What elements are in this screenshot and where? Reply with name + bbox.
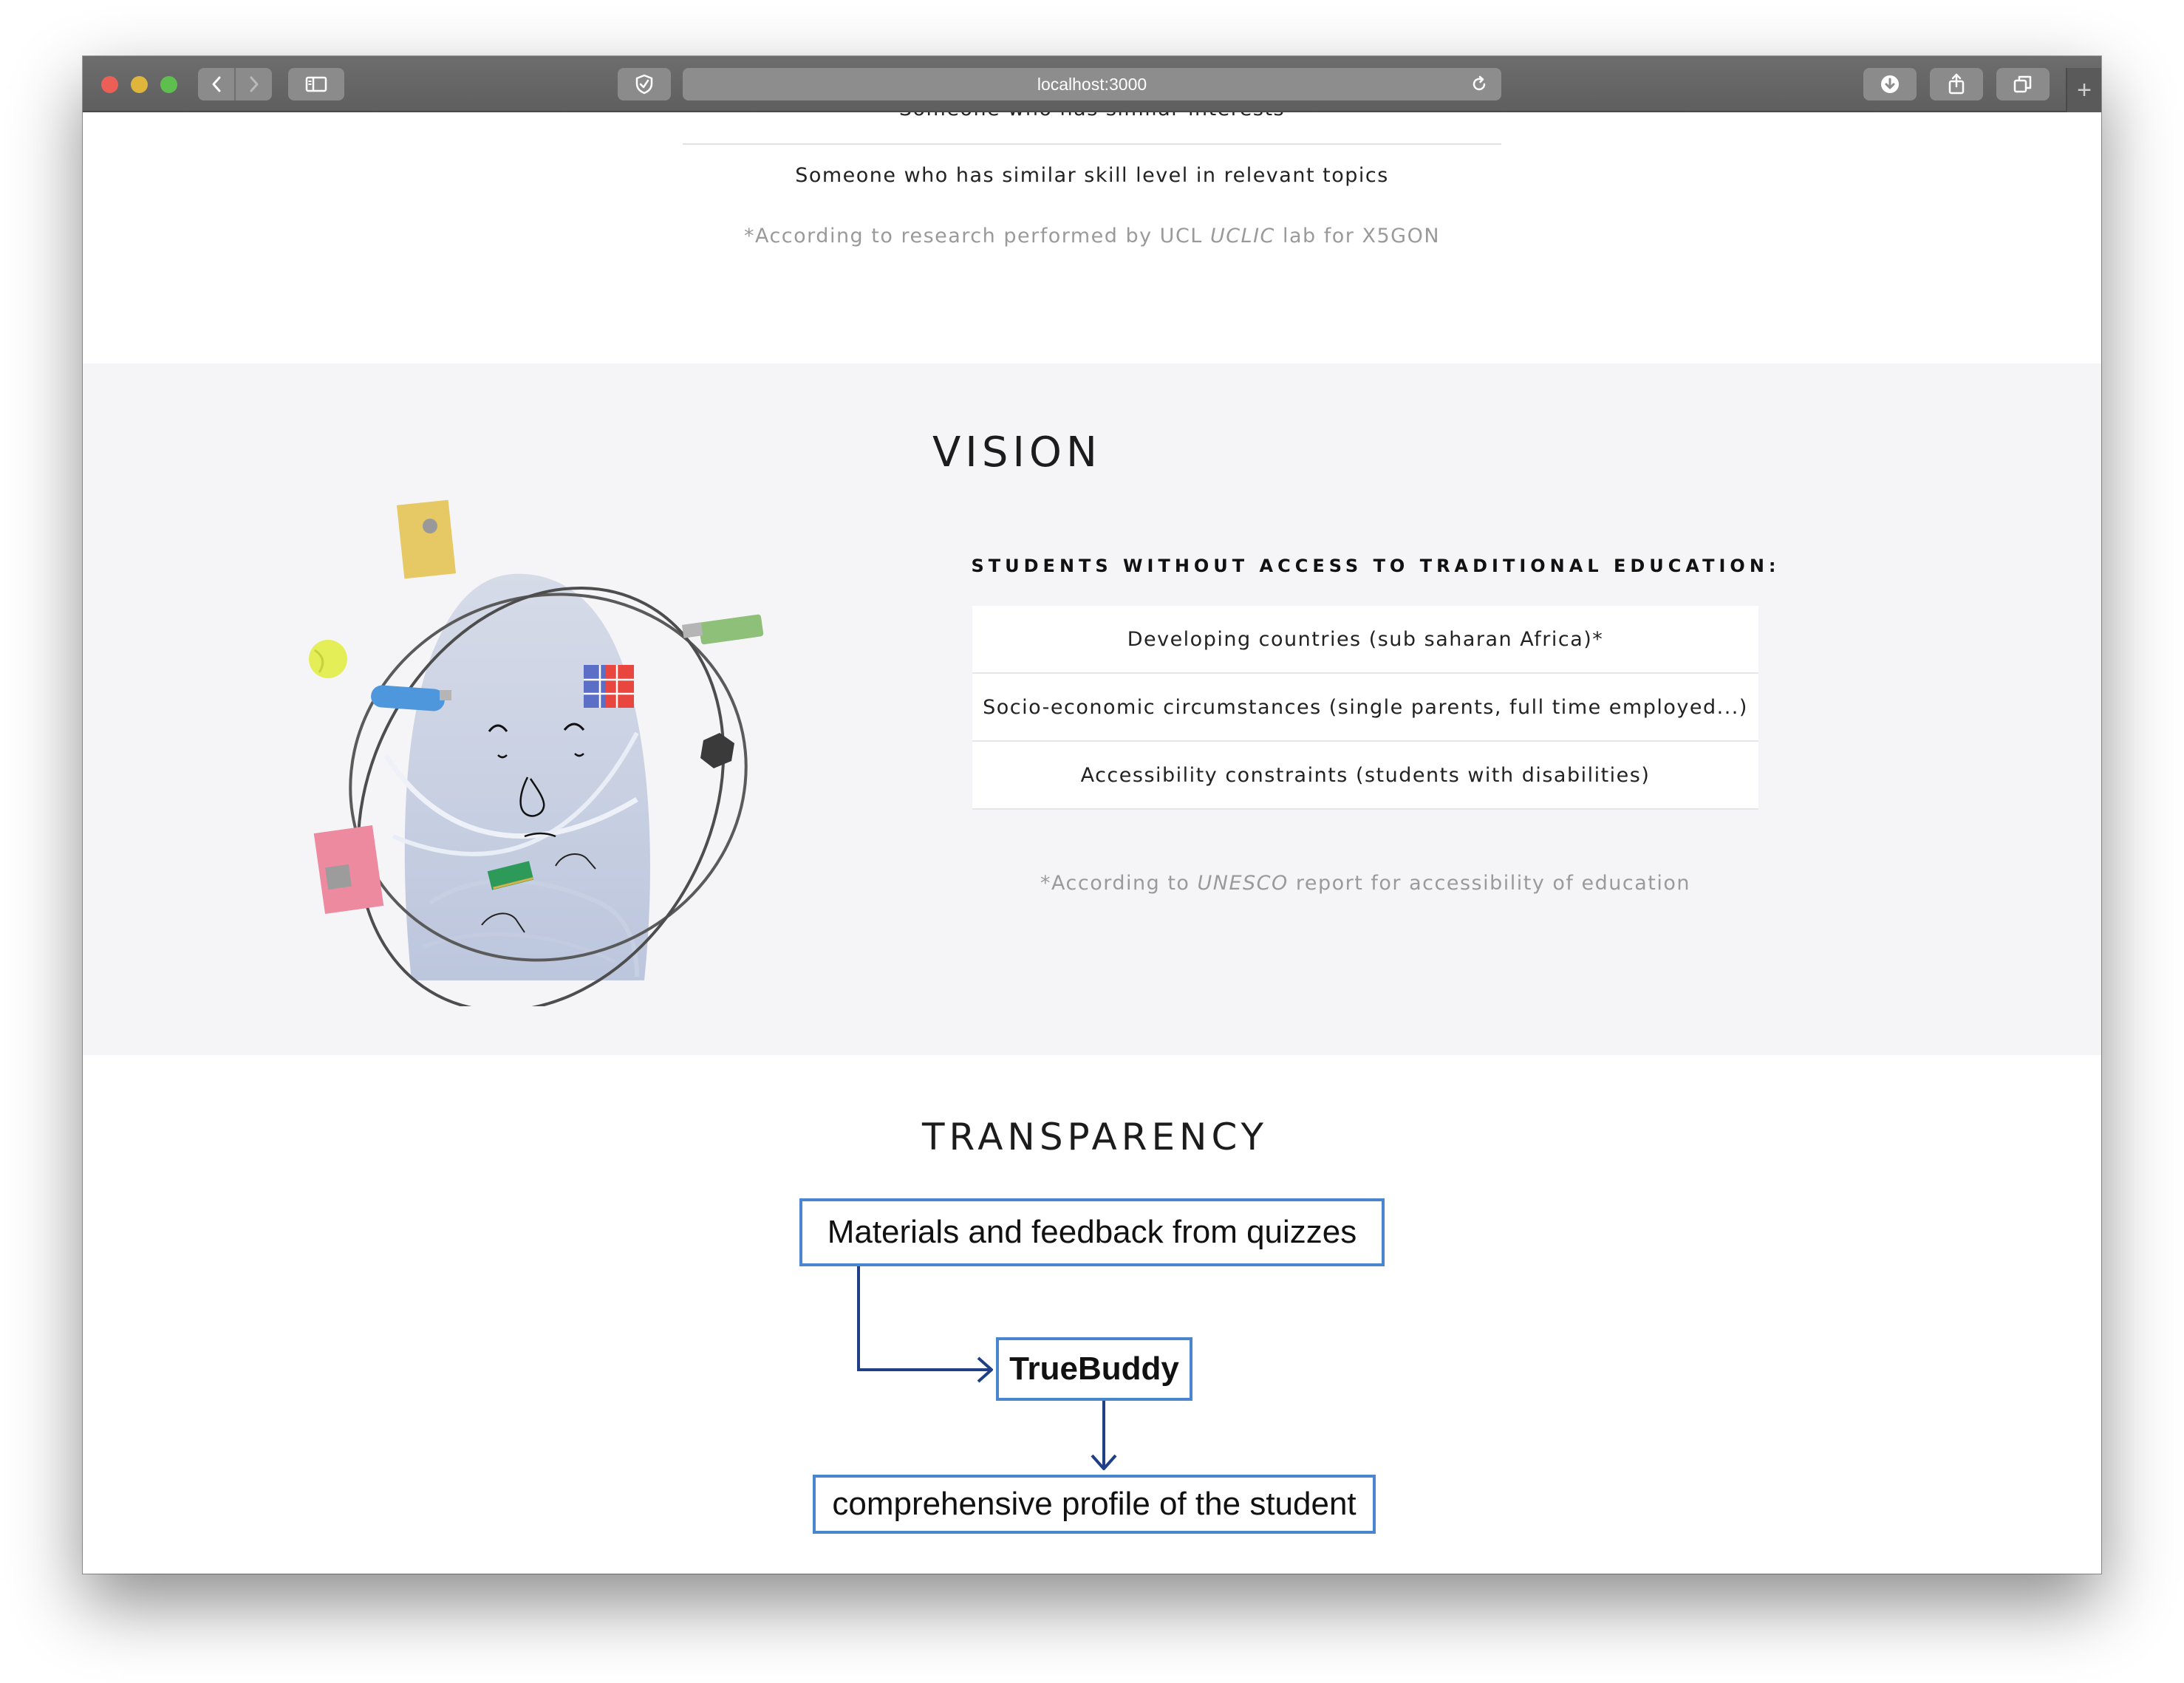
minimize-window-button[interactable] <box>131 76 148 93</box>
new-tab-button[interactable]: + <box>2066 68 2101 112</box>
unesco-footnote: *According to UNESCO report for accessib… <box>972 872 1758 895</box>
browser-toolbar: localhost:3000 + <box>83 56 2101 112</box>
nav-buttons <box>198 68 272 100</box>
privacy-report-button[interactable] <box>618 68 671 100</box>
zoom-window-button[interactable] <box>160 76 177 93</box>
vision-title: VISION <box>932 429 1102 477</box>
footnote-source: UNESCO <box>1197 872 1289 895</box>
criteria-section: Someone who has similar interests Someon… <box>83 112 2101 363</box>
audience-item-accessibility: Accessibility constraints (students with… <box>972 742 1758 810</box>
chevron-left-icon <box>212 76 220 92</box>
research-footnote: *According to research performed by UCL … <box>609 225 1575 248</box>
footnote-lab: UCLIC <box>1209 225 1275 248</box>
sidebar-toggle-button[interactable] <box>288 68 344 100</box>
footnote-suffix: lab for X5GON <box>1274 225 1441 248</box>
sidebar-icon <box>305 76 327 92</box>
criteria-item-cut: Someone who has similar interests <box>683 112 1501 120</box>
vision-subheading: STUDENTS WITHOUT ACCESS TO TRADITIONAL E… <box>971 556 1781 576</box>
downloads-button[interactable] <box>1863 68 1917 100</box>
vision-illustration <box>309 499 764 1006</box>
transparency-title: TRANSPARENCY <box>921 1116 1269 1158</box>
flow-box-output: comprehensive profile of the student <box>813 1475 1376 1534</box>
download-icon <box>1881 75 1899 93</box>
footnote-prefix: *According to <box>1040 872 1198 895</box>
vision-section: VISION STUDENTS WITHOUT ACCESS TO TRADIT… <box>83 363 2101 1055</box>
tab-overview-button[interactable] <box>1996 68 2050 100</box>
close-window-button[interactable] <box>101 76 118 93</box>
reload-button[interactable] <box>1470 75 1488 98</box>
audience-list: Developing countries (sub saharan Africa… <box>972 606 1758 810</box>
reload-icon <box>1473 75 1486 91</box>
share-icon <box>1948 73 1965 95</box>
flow-box-truebuddy: TrueBuddy <box>996 1337 1192 1401</box>
screenshot-stage: localhost:3000 + Someone who has similar… <box>0 0 2184 1683</box>
arrow-truebuddy-to-profile <box>1091 1401 1117 1470</box>
flow-box-input: Materials and feedback from quizzes <box>799 1198 1385 1266</box>
audience-item-developing-countries: Developing countries (sub saharan Africa… <box>972 606 1758 674</box>
share-button[interactable] <box>1930 68 1983 100</box>
back-button[interactable] <box>198 68 234 100</box>
chevron-right-icon <box>250 76 258 92</box>
browser-window: localhost:3000 + Someone who has similar… <box>83 56 2101 1574</box>
footnote-suffix: report for accessibility of education <box>1288 872 1690 895</box>
criteria-divider <box>683 143 1501 145</box>
tabs-icon <box>2013 75 2032 93</box>
page-content: Someone who has similar interests Someon… <box>83 112 2101 1574</box>
audience-item-socio-economic: Socio-economic circumstances (single par… <box>972 674 1758 742</box>
arrow-input-to-truebuddy <box>857 1266 993 1383</box>
shield-icon <box>635 74 653 95</box>
transparency-section: TRANSPARENCY Materials and feedback from… <box>83 1055 2101 1574</box>
address-bar[interactable]: localhost:3000 <box>683 68 1501 100</box>
forward-button[interactable] <box>234 68 272 100</box>
cube-object <box>584 665 634 708</box>
footnote-prefix: *According to research performed by UCL <box>743 225 1210 248</box>
address-text: localhost:3000 <box>1037 74 1147 94</box>
criteria-item: Someone who has similar skill level in r… <box>795 164 1389 187</box>
